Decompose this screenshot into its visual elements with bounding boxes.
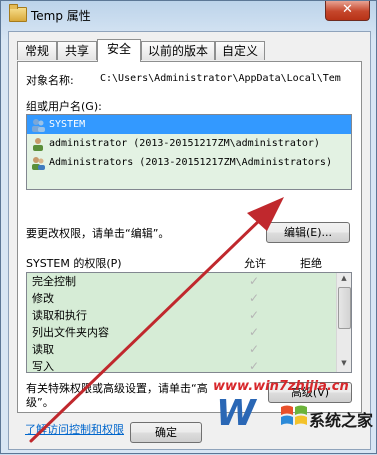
group-list-label: 组或用户名(G): — [26, 100, 102, 113]
object-name-label: 对象名称: — [26, 74, 74, 87]
change-permissions-hint: 要更改权限，请单击“编辑”。 — [26, 227, 170, 240]
permission-row: 列出文件夹内容 ✓ — [27, 324, 351, 341]
folder-icon — [9, 4, 27, 22]
window-title: Temp 属性 — [31, 9, 91, 23]
list-item[interactable]: Administrators (2013-20151217ZM\Administ… — [27, 153, 351, 172]
permission-row: 写入 ✓ — [27, 358, 351, 373]
permission-row: 完全控制 ✓ — [27, 273, 351, 290]
user-group-icon — [32, 119, 45, 132]
tab-general[interactable]: 常规 — [17, 41, 57, 60]
group-user-list[interactable]: SYSTEM administrator (2013-20151217ZM\ad… — [26, 114, 352, 190]
tab-security[interactable]: 安全 — [97, 39, 141, 62]
permission-row: 读取 ✓ — [27, 341, 351, 358]
group-name: Administrators (2013-20151217ZM\Administ… — [49, 157, 332, 168]
allow-check-icon: ✓ — [249, 308, 260, 322]
list-item[interactable]: administrator (2013-20151217ZM\administr… — [27, 134, 351, 153]
user-icon — [33, 138, 43, 151]
allow-check-icon: ✓ — [249, 325, 260, 339]
permissions-scrollbar[interactable]: ▲ ▼ — [336, 273, 351, 372]
allow-check-icon: ✓ — [249, 359, 260, 373]
tab-previous-versions[interactable]: 以前的版本 — [141, 41, 215, 60]
watermark-url: www.win7zhijia.cn — [213, 379, 349, 394]
allow-check-icon: ✓ — [249, 291, 260, 305]
group-name: administrator (2013-20151217ZM\administr… — [49, 138, 320, 149]
title-bar[interactable]: Temp 属性 ✕ — [1, 1, 376, 29]
permission-name: 完全控制 — [32, 275, 76, 288]
scroll-thumb[interactable] — [338, 287, 351, 329]
watermark-logo-letter: W — [216, 393, 256, 434]
permission-name: 读取和执行 — [32, 309, 87, 322]
close-button[interactable]: ✕ — [325, 1, 370, 21]
list-item[interactable]: SYSTEM — [27, 115, 351, 134]
group-name: SYSTEM — [49, 119, 86, 130]
permission-name: 列出文件夹内容 — [32, 326, 109, 339]
object-name-value: C:\Users\Administrator\AppData\Local\Tem — [100, 73, 341, 84]
permissions-for-label: SYSTEM 的权限(P) — [26, 257, 122, 270]
windows-logo-icon — [281, 405, 307, 425]
permission-name: 读取 — [32, 343, 54, 356]
edit-button[interactable]: 编辑(E)... — [266, 222, 350, 243]
permission-name: 修改 — [32, 292, 54, 305]
tab-customize[interactable]: 自定义 — [215, 41, 265, 60]
allow-check-icon: ✓ — [249, 342, 260, 356]
allow-column-header: 允许 — [244, 257, 266, 270]
permission-name: 写入 — [32, 360, 54, 373]
properties-window: Temp 属性 ✕ 常规 共享 安全 以前的版本 自定义 对象名称: C:\Us… — [0, 0, 377, 454]
security-panel: 对象名称: C:\Users\Administrator\AppData\Loc… — [17, 61, 362, 413]
ok-button[interactable]: 确定 — [130, 422, 202, 443]
scroll-up-icon[interactable]: ▲ — [339, 274, 349, 286]
permission-row: 读取和执行 ✓ — [27, 307, 351, 324]
advanced-hint-line2: 级”。 — [26, 396, 54, 409]
deny-column-header: 拒绝 — [300, 257, 322, 270]
learn-access-control-link[interactable]: 了解访问控制和权限 — [25, 421, 124, 437]
watermark-brand: 系统之家 — [309, 411, 374, 430]
tab-sharing[interactable]: 共享 — [57, 41, 97, 60]
allow-check-icon: ✓ — [249, 274, 260, 288]
permissions-list: 完全控制 ✓ 修改 ✓ 读取和执行 ✓ 列出文件夹内容 ✓ 读取 ✓ 写入 ✓ … — [26, 272, 352, 373]
scroll-down-icon[interactable]: ▼ — [339, 359, 349, 371]
permission-row: 修改 ✓ — [27, 290, 351, 307]
user-group-icon — [32, 157, 45, 170]
